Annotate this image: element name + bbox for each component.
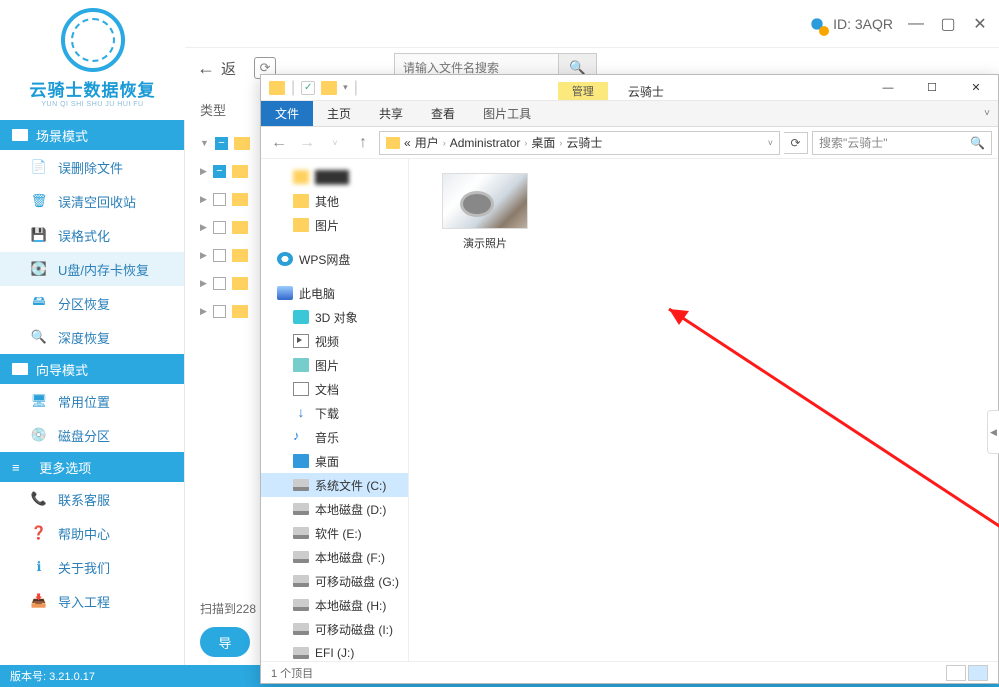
nav-item[interactable]: ████ [261,165,408,189]
file-thumbnail [442,173,528,229]
sidebar-item-recycle[interactable]: 🗑误清空回收站 [0,184,184,218]
ribbon-context-tab[interactable]: 管理 [558,82,608,100]
sidebar-header-scene: 场景模式 [0,120,184,150]
ribbon-tab-home[interactable]: 主页 [313,101,365,126]
nav-item-drive-g[interactable]: 可移动磁盘 (G:) [261,569,408,593]
annotation-arrow [649,289,999,549]
export-button[interactable]: 导 [200,627,250,657]
minimize-button[interactable]: — [907,15,925,33]
nav-pane[interactable]: ████ 其他 图片 WPS网盘 此电脑 3D 对象 视频 图片 文档 ↓下载 … [261,159,409,661]
close-button[interactable]: ✕ [971,15,989,33]
nav-item-pics[interactable]: 图片 [261,353,408,377]
nav-item-downloads[interactable]: ↓下载 [261,401,408,425]
nav-item-3d[interactable]: 3D 对象 [261,305,408,329]
explorer-maximize[interactable]: ☐ [910,75,954,101]
nav-item-other[interactable]: 其他 [261,189,408,213]
nav-item-wps[interactable]: WPS网盘 [261,247,408,271]
explorer-search[interactable]: 搜索"云骑士"🔍 [812,131,992,155]
sidebar-item-support[interactable]: 📞联系客服 [0,482,184,516]
nav-item-drive-i[interactable]: 可移动磁盘 (I:) [261,617,408,641]
refresh-button[interactable]: ⟳ [784,132,808,154]
ribbon-tab-file[interactable]: 文件 [261,101,313,126]
folder-icon [269,81,285,95]
sidebar-item-disk[interactable]: 💿磁盘分区 [0,418,184,452]
ribbon-tab-view[interactable]: 查看 [417,101,469,126]
sidebar-item-usb[interactable]: 💽U盘/内存卡恢复 [0,252,184,286]
sidebar-header-more: ≡ 更多选项 [0,452,184,482]
nav-item-this-pc[interactable]: 此电脑 [261,281,408,305]
explorer-close[interactable]: ✕ [954,75,998,101]
nav-forward[interactable]: → [295,131,319,155]
account-icon [807,14,827,34]
nav-item-pictures[interactable]: 图片 [261,213,408,237]
file-area[interactable]: 演示照片 [409,159,998,661]
nav-history[interactable]: ˅ [323,131,347,155]
nav-item-music[interactable]: ♪音乐 [261,425,408,449]
nav-item-desktop[interactable]: 桌面 [261,449,408,473]
nav-item-docs[interactable]: 文档 [261,377,408,401]
nav-item-drive-d[interactable]: 本地磁盘 (D:) [261,497,408,521]
sidebar-item-about[interactable]: ℹ关于我们 [0,550,184,584]
side-handle[interactable]: ◀ [987,410,999,454]
address-bar[interactable]: « 用户› Administrator› 桌面› 云骑士 ˅ [379,131,780,155]
sidebar-item-format[interactable]: 💾误格式化 [0,218,184,252]
nav-item-video[interactable]: 视频 [261,329,408,353]
account-id: ID: 3AQR [807,14,893,34]
maximize-button[interactable]: ▢ [939,15,957,33]
sidebar-header-guide: 向导模式 [0,354,184,384]
file-item-demo-photo[interactable]: 演示照片 [437,173,533,251]
nav-item-drive-e[interactable]: 软件 (E:) [261,521,408,545]
view-details-button[interactable] [946,665,966,681]
ribbon-tab-share[interactable]: 共享 [365,101,417,126]
ribbon-tab-picture-tools[interactable]: 图片工具 [469,101,545,126]
explorer-window: | ▾ | 管理 云骑士 — ☐ ✕ 文件 主页 共享 查看 图片工具 ˅ ← … [260,74,999,684]
qat-button[interactable] [301,81,315,95]
sidebar-item-help[interactable]: ❓帮助中心 [0,516,184,550]
nav-item-drive-f[interactable]: 本地磁盘 (F:) [261,545,408,569]
sidebar-item-deep[interactable]: 🔍深度恢复 [0,320,184,354]
window-title: 云骑士 [628,83,664,100]
folder-icon [321,81,337,95]
sidebar-item-deleted[interactable]: 📄误删除文件 [0,150,184,184]
sidebar: 场景模式 📄误删除文件 🗑误清空回收站 💾误格式化 💽U盘/内存卡恢复 🖴分区恢… [0,120,185,665]
nav-item-drive-j[interactable]: EFI (J:) [261,641,408,661]
nav-up[interactable]: ↑ [351,131,375,155]
back-button[interactable]: ←返 [197,58,236,79]
view-icons-button[interactable] [968,665,988,681]
explorer-minimize[interactable]: — [866,75,910,101]
sidebar-item-import[interactable]: 📥导入工程 [0,584,184,618]
nav-item-drive-c[interactable]: 系统文件 (C:) [261,473,408,497]
nav-back[interactable]: ← [267,131,291,155]
ribbon-collapse[interactable]: ˅ [984,108,990,119]
status-text: 1 个顶目 [271,665,313,681]
nav-item-drive-h[interactable]: 本地磁盘 (H:) [261,593,408,617]
scan-status: 扫描到228 [200,600,256,617]
sidebar-item-partition[interactable]: 🖴分区恢复 [0,286,184,320]
sidebar-item-common[interactable]: 🖥常用位置 [0,384,184,418]
app-logo: 云骑士数据恢复 YUN QI SHI SHU JU HUI FU [10,8,175,108]
